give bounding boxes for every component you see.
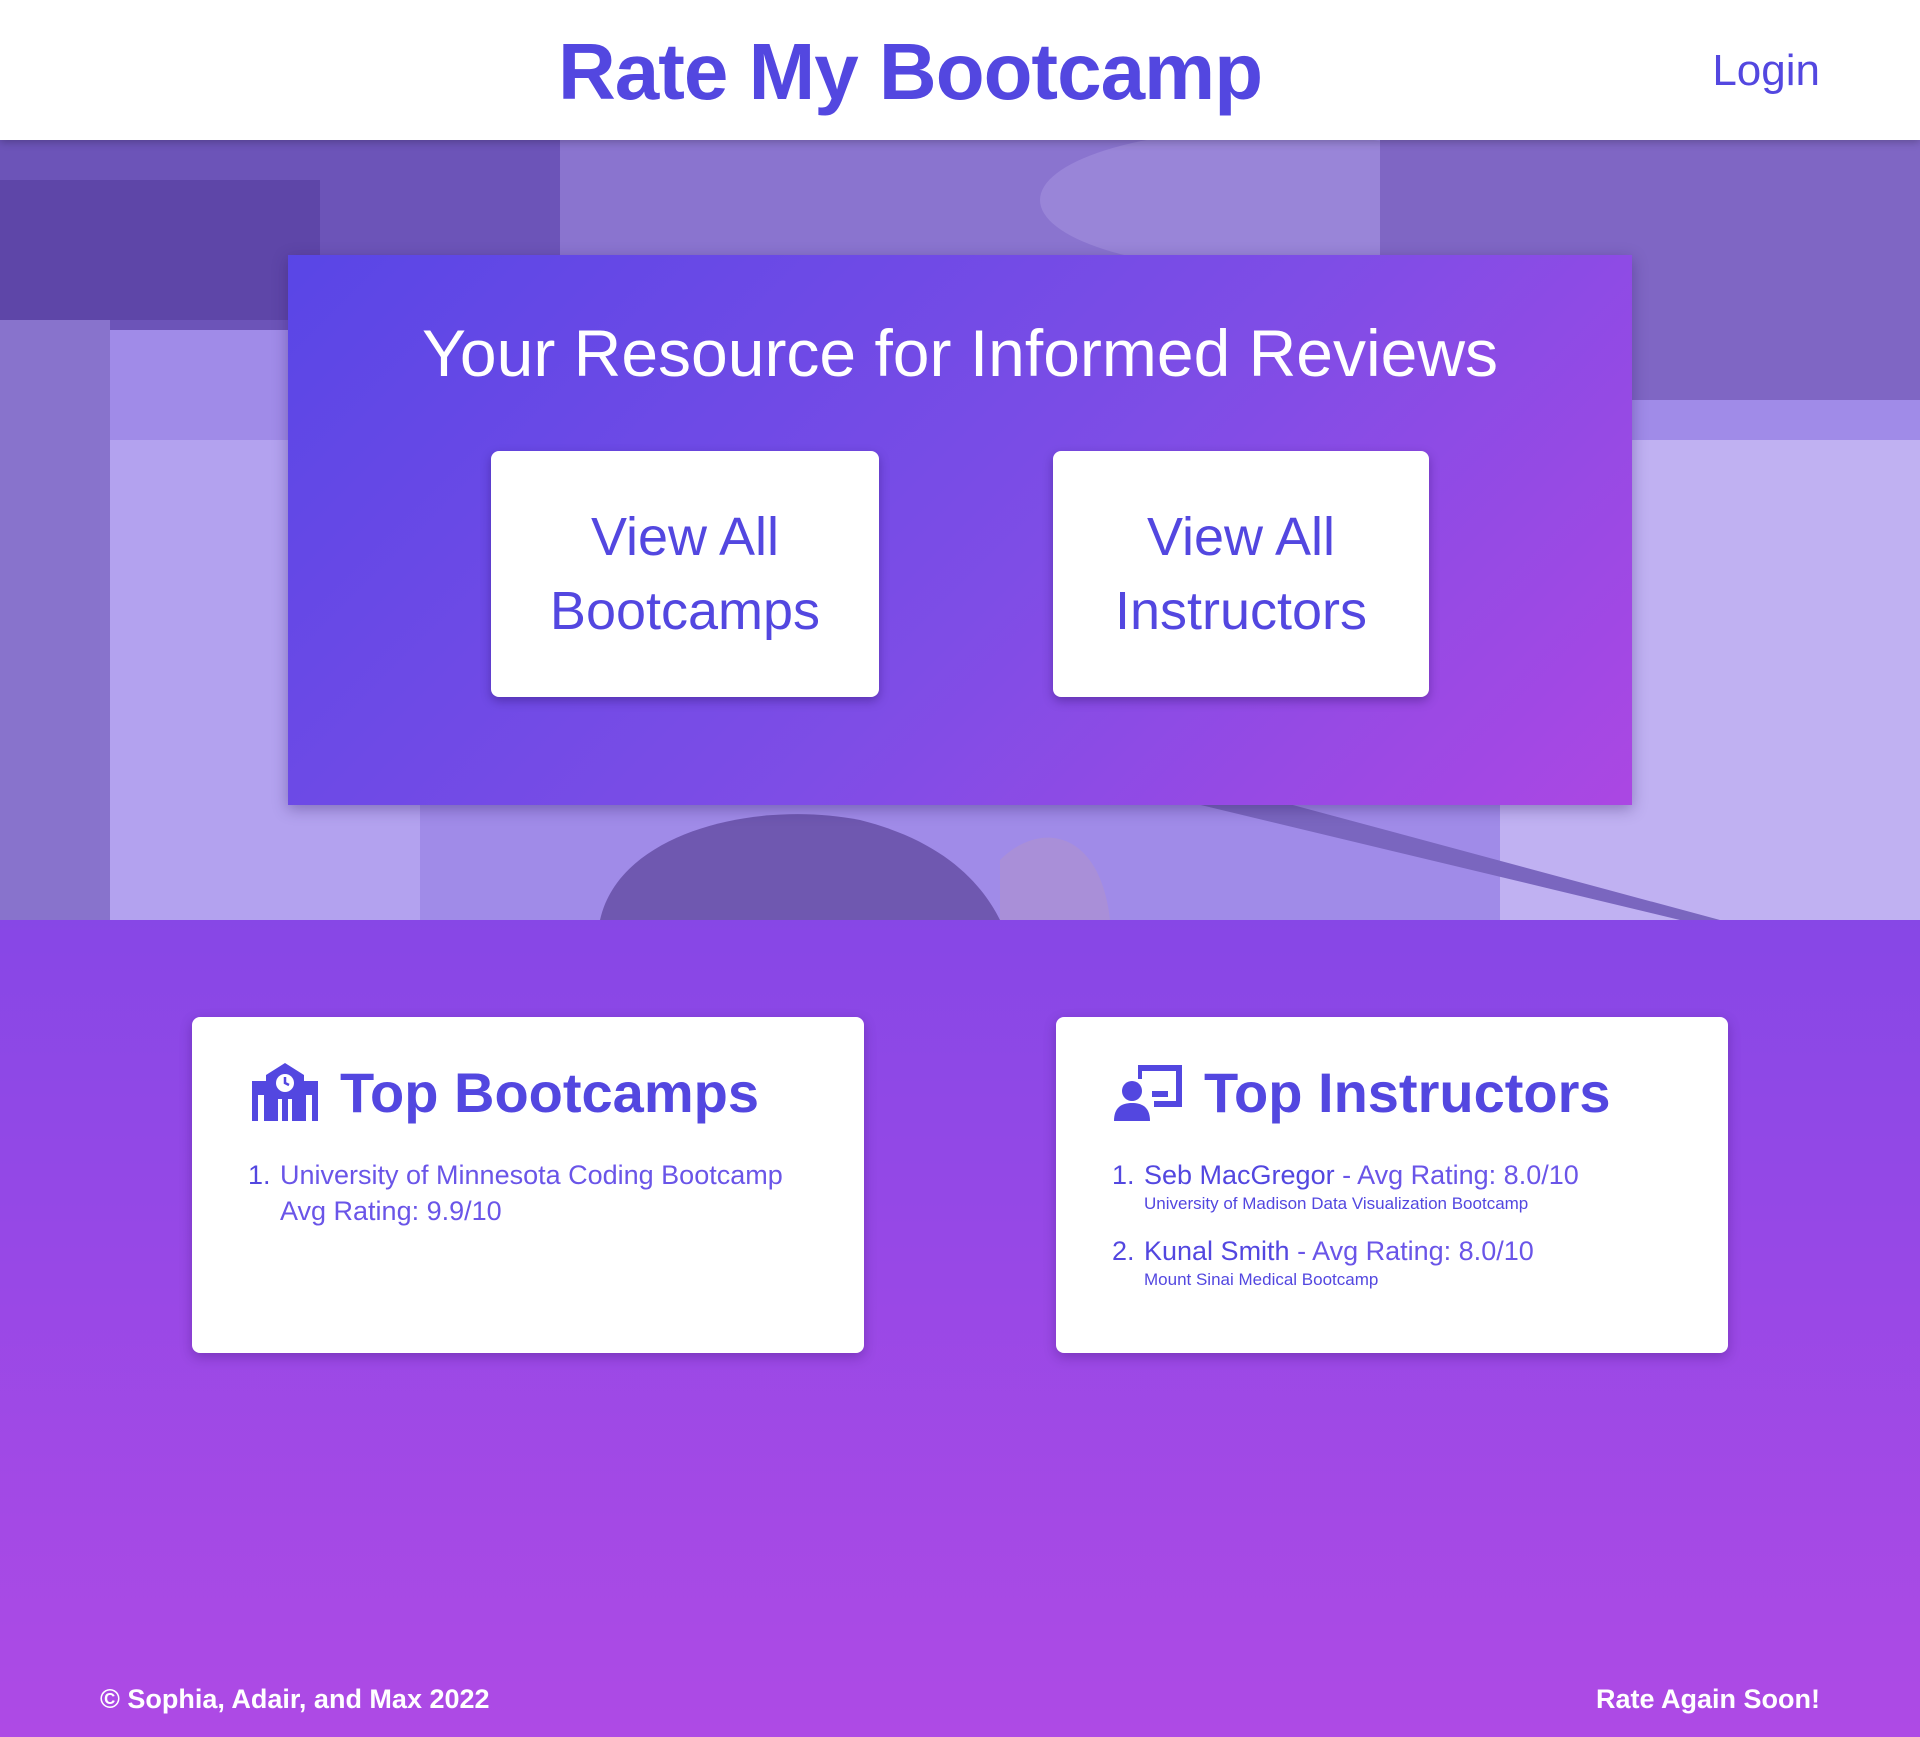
button-label-line-1: View All [590, 507, 780, 567]
top-bootcamps-card: Top Bootcamps 1. University of Minnesota… [192, 1017, 864, 1353]
instructor-rating: - Avg Rating: 8.0/10 [1334, 1160, 1579, 1190]
bootcamp-link[interactable]: University of Minnesota Coding Bootcamp … [280, 1157, 838, 1229]
instructor-name: Seb MacGregor [1144, 1160, 1335, 1190]
hero-panel: Your Resource for Informed Reviews View … [288, 255, 1632, 805]
list-item: 1. Seb MacGregor - Avg Rating: 8.0/10 Un… [1112, 1157, 1702, 1215]
list-item: 1. University of Minnesota Coding Bootca… [248, 1157, 838, 1229]
button-label-line-2: Instructors [1114, 581, 1368, 641]
instructor-bootcamp: University of Madison Data Visualization… [1144, 1194, 1529, 1213]
instructor-link[interactable]: Seb MacGregor - Avg Rating: 8.0/10 Unive… [1144, 1157, 1702, 1215]
rank-number: 1. [248, 1160, 271, 1190]
card-title: Top Instructors [1204, 1060, 1611, 1124]
top-lists-section: Top Bootcamps 1. University of Minnesota… [0, 920, 1920, 1737]
instructor-name: Kunal Smith [1144, 1236, 1290, 1266]
footer-tagline: Rate Again Soon! [1595, 1684, 1820, 1714]
button-label-line-2: Bootcamps [549, 581, 821, 641]
school-icon [252, 1063, 318, 1121]
rank-number: 1. [1112, 1160, 1135, 1190]
card-header: Top Bootcamps [248, 1057, 759, 1127]
site-title[interactable]: Rate My Bootcamp [0, 26, 1820, 118]
view-all-bootcamps-button[interactable]: View All Bootcamps [491, 451, 879, 697]
instructor-link[interactable]: Kunal Smith - Avg Rating: 8.0/10 Mount S… [1144, 1233, 1702, 1291]
instructor-line: Kunal Smith - Avg Rating: 8.0/10 [1144, 1233, 1702, 1269]
login-link[interactable]: Login [1712, 46, 1820, 96]
top-bootcamps-list: 1. University of Minnesota Coding Bootca… [248, 1157, 838, 1247]
footer-copyright: © Sophia, Adair, and Max 2022 [100, 1684, 490, 1714]
rank-number: 2. [1112, 1236, 1135, 1266]
instructor-line: Seb MacGregor - Avg Rating: 8.0/10 [1144, 1157, 1702, 1193]
instructor-bootcamp: Mount Sinai Medical Bootcamp [1144, 1270, 1379, 1289]
top-instructors-list: 1. Seb MacGregor - Avg Rating: 8.0/10 Un… [1112, 1157, 1702, 1309]
card-header: Top Instructors [1112, 1057, 1611, 1127]
hero-section: Your Resource for Informed Reviews View … [0, 140, 1920, 920]
view-all-instructors-button[interactable]: View All Instructors [1053, 451, 1429, 697]
top-instructors-card: Top Instructors 1. Seb MacGregor - Avg R… [1056, 1017, 1728, 1353]
hero-heading: Your Resource for Informed Reviews [421, 316, 1499, 390]
site-header: Rate My Bootcamp Login [0, 0, 1920, 140]
instructor-rating: - Avg Rating: 8.0/10 [1289, 1236, 1534, 1266]
bootcamp-name: University of Minnesota Coding Bootcamp [280, 1160, 783, 1190]
button-label-line-1: View All [1146, 507, 1336, 567]
card-title: Top Bootcamps [340, 1060, 759, 1124]
bootcamp-rating: Avg Rating: 9.9/10 [280, 1196, 502, 1226]
chalkboard-teacher-icon [1114, 1065, 1182, 1121]
list-item: 2. Kunal Smith - Avg Rating: 8.0/10 Moun… [1112, 1233, 1702, 1291]
